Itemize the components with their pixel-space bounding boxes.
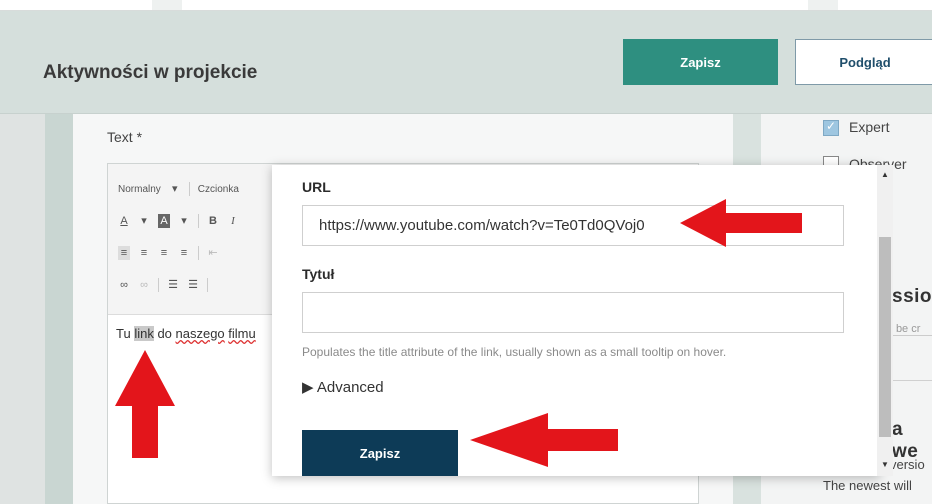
align-center-icon[interactable]: ≡ (138, 246, 150, 260)
section-hint: ll be cr (888, 323, 932, 336)
editor-content[interactable]: Tu link do naszego filmu (116, 326, 256, 341)
top-strip-segment (808, 0, 838, 10)
unlink-icon[interactable]: ∞ (138, 278, 150, 292)
top-strip-segment (152, 0, 182, 10)
text-fragment: Tu (116, 326, 135, 341)
scroll-down-icon[interactable]: ▼ (879, 459, 891, 471)
align-right-icon[interactable]: ≡ (158, 246, 170, 260)
text-fragment: do (153, 326, 176, 341)
background-color-icon[interactable]: A (158, 214, 170, 228)
scrollbar-thumb[interactable] (879, 237, 891, 437)
align-left-icon[interactable]: ≡ (118, 246, 130, 260)
title-input[interactable] (302, 292, 844, 333)
toolbar-separator (198, 246, 199, 260)
expert-checkbox[interactable] (823, 119, 839, 136)
link-icon[interactable]: ∞ (118, 278, 130, 292)
advanced-toggle[interactable]: ▶ Advanced (302, 378, 384, 396)
top-strip (0, 0, 932, 11)
page-title: Aktywności w projekcie (43, 62, 258, 83)
page-header: Aktywności w projekcie Zapisz Podgląd (0, 11, 932, 114)
toolbar-separator (188, 182, 190, 196)
text-color-icon[interactable]: A (118, 214, 130, 228)
chevron-down-icon[interactable]: ▾ (138, 214, 150, 228)
toolbar-separator (158, 278, 159, 292)
title-label: Tytuł (302, 266, 335, 282)
title-help-text: Populates the title attribute of the lin… (302, 345, 727, 359)
arrow-left-icon (470, 413, 618, 467)
selected-link-text[interactable]: link (134, 326, 154, 341)
arrow-left-icon (680, 199, 802, 247)
url-label: URL (302, 179, 331, 195)
text-field-label: Text * (107, 129, 143, 145)
save-button[interactable]: Zapisz (623, 39, 778, 85)
dialog-save-button[interactable]: Zapisz (302, 430, 458, 476)
bullet-list-icon[interactable]: ☰ (167, 278, 179, 292)
toolbar-separator (207, 278, 208, 292)
arrow-up-icon (115, 350, 175, 458)
section-heading: ssio (892, 286, 932, 307)
format-select[interactable]: Normalny (118, 184, 161, 195)
chevron-down-icon[interactable]: ▾ (169, 182, 181, 196)
outdent-icon[interactable]: ⇤ (207, 246, 219, 260)
scroll-up-icon[interactable]: ▲ (879, 169, 891, 181)
toolbar-separator (198, 214, 199, 228)
version-text: versio (890, 457, 925, 472)
preview-button[interactable]: Podgląd (795, 39, 932, 85)
numbered-list-icon[interactable]: ☰ (187, 278, 199, 292)
text-fragment: filmu (228, 326, 256, 341)
align-justify-icon[interactable]: ≡ (178, 246, 190, 260)
font-select[interactable]: Czcionka (198, 184, 239, 195)
dialog-scrollbar[interactable]: ▲ ▼ (877, 165, 893, 476)
chevron-down-icon[interactable]: ▾ (178, 214, 190, 228)
italic-icon[interactable]: I (227, 214, 239, 228)
bold-icon[interactable]: B (207, 214, 219, 228)
text-fragment: naszego (175, 326, 225, 341)
left-gutter (45, 114, 73, 504)
newest-text: The newest will (823, 478, 912, 493)
expert-label: Expert (849, 119, 890, 135)
